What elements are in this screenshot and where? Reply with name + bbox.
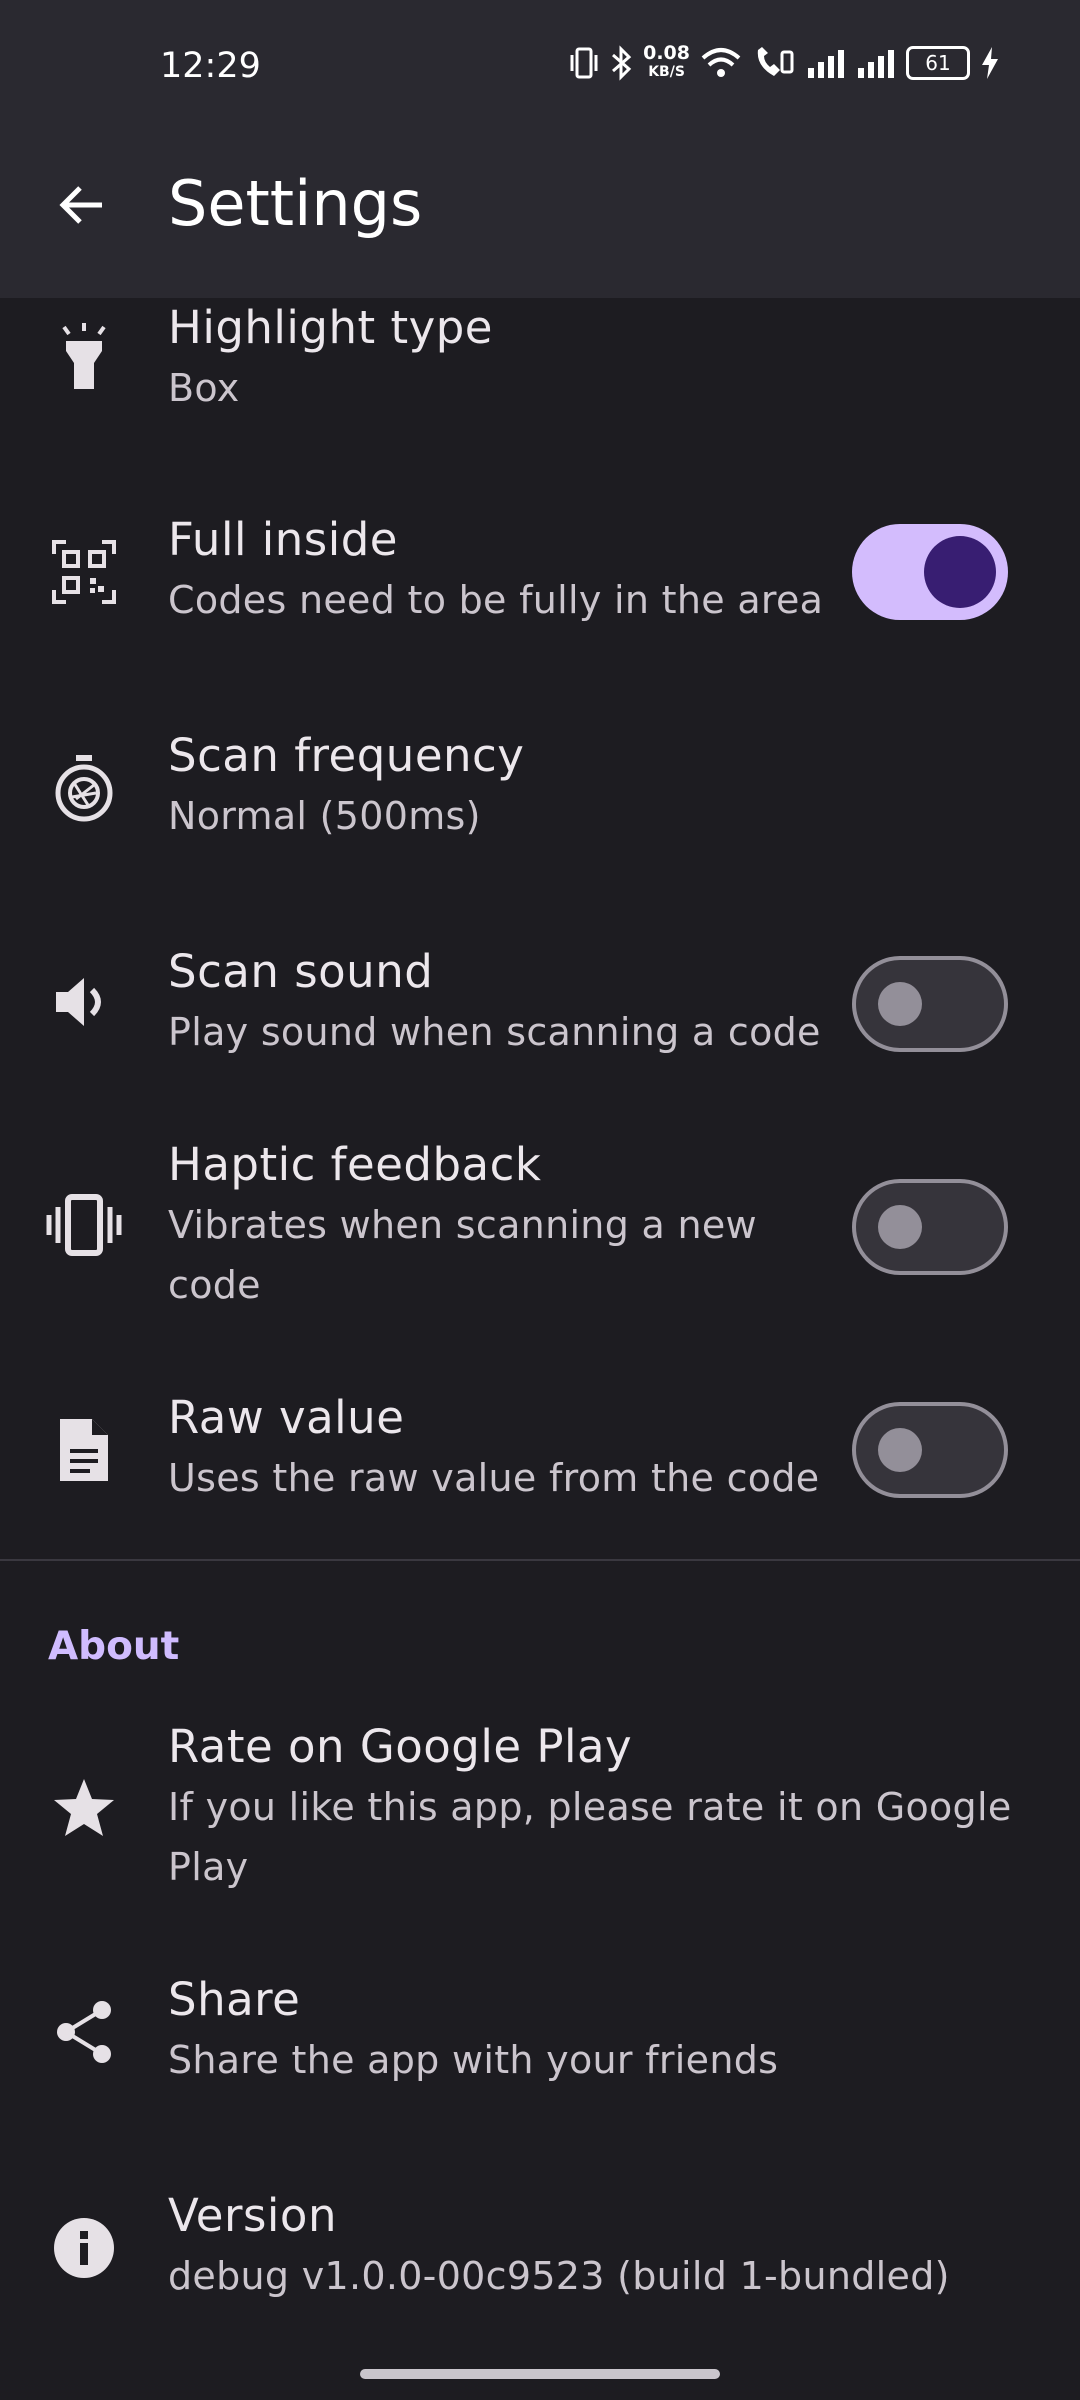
- battery-icon: 61: [906, 46, 970, 80]
- info-icon: [46, 2210, 122, 2286]
- section-divider: [0, 1559, 1080, 1561]
- about-subtitle: debug v1.0.0-00c9523 (build 1-bundled): [168, 2254, 950, 2298]
- app-bar: Settings: [0, 155, 1080, 255]
- setting-title: Scan frequency: [168, 729, 525, 782]
- setting-subtitle: Codes need to be fully in the area: [168, 578, 824, 622]
- about-subtitle: Share the app with your friends: [168, 2038, 779, 2082]
- about-title: Share: [168, 1973, 301, 2026]
- setting-subtitle: Uses the raw value from the code: [168, 1456, 820, 1500]
- page-title: Settings: [168, 167, 423, 240]
- status-bar: 12:29 0.08 KB/S 61: [0, 38, 1080, 98]
- flashlight-icon: [46, 318, 122, 394]
- vibrate-mode-icon: [570, 47, 598, 79]
- haptic-feedback-switch[interactable]: [852, 1179, 1008, 1275]
- setting-subtitle-line-2: code: [168, 1263, 261, 1307]
- vibrate-icon: [46, 1187, 122, 1263]
- share-icon: [46, 1994, 122, 2070]
- setting-title: Highlight type: [168, 301, 493, 354]
- setting-highlight-type[interactable]: Highlight type Box: [0, 298, 1080, 428]
- speaker-icon: [46, 964, 122, 1040]
- back-button[interactable]: [52, 175, 112, 235]
- about-item-rate[interactable]: Rate on Google Play If you like this app…: [0, 1717, 1080, 1907]
- arrow-back-icon: [59, 186, 102, 224]
- about-item-version[interactable]: Version debug v1.0.0-00c9523 (build 1-bu…: [0, 2186, 1080, 2326]
- qr-code-icon: [46, 534, 122, 610]
- document-icon: [46, 1412, 122, 1488]
- about-item-share[interactable]: Share Share the app with your friends: [0, 1970, 1080, 2110]
- setting-subtitle: Box: [168, 366, 240, 410]
- about-subtitle-line-1: If you like this app, please rate it on …: [168, 1785, 1012, 1829]
- signal-icon-1: [808, 50, 844, 78]
- wifi-icon: [701, 48, 741, 77]
- setting-title: Raw value: [168, 1391, 405, 1444]
- switch-thumb: [924, 536, 996, 608]
- setting-scan-frequency[interactable]: Scan frequency Normal (500ms): [0, 726, 1080, 866]
- network-speed: 0.08 KB/S: [643, 42, 690, 81]
- status-time: 12:29: [160, 46, 261, 86]
- status-icons: 0.08 KB/S 61: [569, 44, 1000, 82]
- switch-thumb: [878, 1205, 922, 1249]
- bluetooth-icon: [612, 45, 632, 81]
- shutter-timer-icon: [46, 750, 122, 826]
- top-app-bar: 12:29 0.08 KB/S 61 Settings: [0, 0, 1080, 298]
- setting-subtitle: Play sound when scanning a code: [168, 1010, 821, 1054]
- setting-raw-value[interactable]: Raw value Uses the raw value from the co…: [0, 1388, 1080, 1538]
- gesture-home-bar[interactable]: [360, 2369, 720, 2379]
- setting-scan-sound[interactable]: Scan sound Play sound when scanning a co…: [0, 942, 1080, 1092]
- switch-thumb: [878, 982, 922, 1026]
- raw-value-switch[interactable]: [852, 1402, 1008, 1498]
- full-inside-switch[interactable]: [852, 524, 1008, 620]
- star-icon: [46, 1769, 122, 1845]
- signal-icon-2: [858, 50, 894, 78]
- wifi-calling-icon: [757, 47, 794, 76]
- setting-title: Haptic feedback: [168, 1138, 542, 1191]
- setting-full-inside[interactable]: Full inside Codes need to be fully in th…: [0, 510, 1080, 660]
- scan-sound-switch[interactable]: [852, 956, 1008, 1052]
- setting-title: Scan sound: [168, 945, 434, 998]
- setting-subtitle-line-1: Vibrates when scanning a new: [168, 1203, 757, 1247]
- setting-haptic-feedback[interactable]: Haptic feedback Vibrates when scanning a…: [0, 1135, 1080, 1325]
- section-header-about: About: [48, 1624, 180, 1669]
- about-title: Version: [168, 2189, 337, 2242]
- about-subtitle-line-2: Play: [168, 1845, 249, 1889]
- setting-title: Full inside: [168, 513, 398, 566]
- about-title: Rate on Google Play: [168, 1720, 633, 1773]
- switch-thumb: [878, 1428, 922, 1472]
- charging-icon: [982, 47, 998, 79]
- setting-subtitle: Normal (500ms): [168, 794, 481, 838]
